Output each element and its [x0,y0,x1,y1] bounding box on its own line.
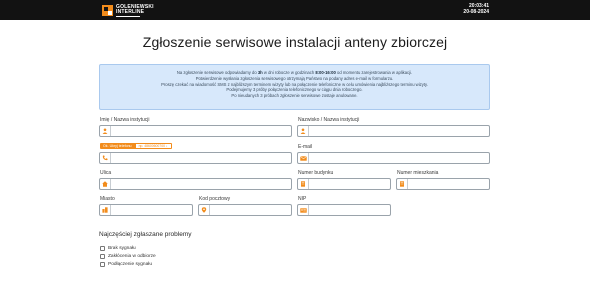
street-input[interactable] [111,179,291,189]
surname-input[interactable] [309,126,489,136]
email-icon [298,153,309,163]
nip-input[interactable] [309,205,390,215]
logo-mark-icon [102,5,113,16]
company-logo[interactable]: GOLENIEWSKI INTERLINE [102,4,154,17]
name-label: Imię / Nazwa instytucji [100,117,150,123]
info-line-5: Po nieudanych 3 próbach zgłoszenie serwi… [231,93,358,99]
problem-option-no-signal[interactable]: Brak sygnału [100,245,136,251]
building-field[interactable] [297,178,391,190]
postal-field[interactable] [198,204,292,216]
postal-input[interactable] [210,205,291,215]
street-label: Ulica [100,170,112,176]
city-label: Miasto [100,196,115,202]
header-bar: GOLENIEWSKI INTERLINE 20:03:41 20-08-202… [0,0,590,20]
phone-input[interactable] [111,153,291,163]
email-label: E-mail [298,144,313,150]
problem-option-label: Zakłócenia w odbiorze [108,253,156,259]
postal-label: Kod pocztowy [199,196,231,202]
apartment-input[interactable] [408,179,489,189]
header-clock: 20:03:41 20-08-2024 [463,3,489,15]
surname-field[interactable] [297,125,490,137]
name-field[interactable] [99,125,292,137]
problems-heading: Najczęściej zgłaszane problemy [99,231,192,238]
phone-field[interactable] [99,152,292,164]
email-field[interactable] [297,152,490,164]
problem-option-label: Brak sygnału [108,245,136,251]
home-icon [100,179,111,189]
problem-option-connection[interactable]: Podłączenie sygnału [100,261,152,267]
building-icon [397,179,408,189]
nip-field[interactable] [297,204,391,216]
building-label: Numer budynku [298,170,334,176]
building-input[interactable] [309,179,390,189]
apartment-field[interactable] [396,178,490,190]
building-icon [100,205,111,215]
phone-icon [100,153,111,163]
checkbox[interactable] [100,261,105,267]
info-box: Na zgłoszenie serwisowe odpowiadamy do 3… [99,64,490,110]
street-field[interactable] [99,178,292,190]
clock-date: 20-08-2024 [463,9,489,15]
city-input[interactable] [111,205,192,215]
person-icon [100,126,111,136]
phone-badge-hint: np. 48600600700 ↓ [134,143,172,149]
phone-badge[interactable]: Ok. Ukryj telefonu np. 48600600700 ↓ [100,143,172,149]
city-field[interactable] [99,204,193,216]
logo-line-2: INTERLINE [116,8,145,15]
id-card-icon [298,205,309,215]
postal-icon [199,205,210,215]
checkbox[interactable] [100,253,105,259]
problem-option-interference[interactable]: Zakłócenia w odbiorze [100,253,156,259]
page-title: Zgłoszenie serwisowe instalacji anteny z… [142,34,448,50]
name-input[interactable] [111,126,291,136]
checkbox[interactable] [100,245,105,251]
nip-label: NIP [298,196,307,202]
problem-option-label: Podłączenie sygnału [108,261,153,267]
email-input[interactable] [309,153,489,163]
person-icon [298,126,309,136]
apartment-label: Numer mieszkania [397,170,439,176]
building-icon [298,179,309,189]
phone-badge-label: Ok. Ukryj telefonu [100,143,135,149]
surname-label: Nazwisko / Nazwa instytucji [298,117,360,123]
